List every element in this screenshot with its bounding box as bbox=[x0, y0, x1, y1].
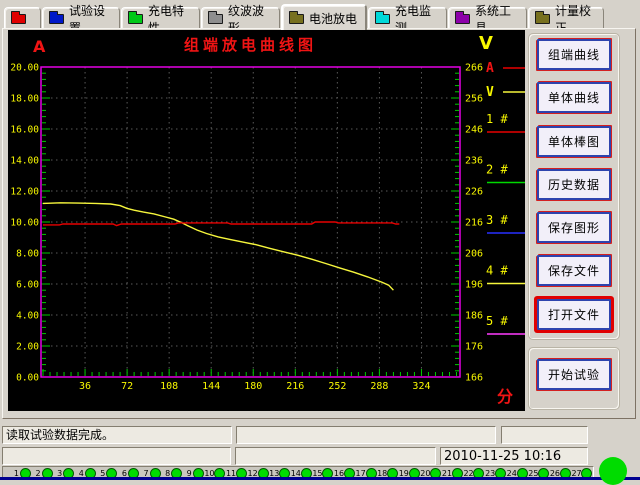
legend-label: 1 # bbox=[486, 112, 508, 126]
left-axis-unit-label: A bbox=[33, 37, 46, 56]
svg-text:180: 180 bbox=[244, 381, 262, 392]
cell-curve-button[interactable]: 单体曲线 bbox=[537, 82, 611, 113]
folder-icon bbox=[289, 10, 304, 24]
datetime: 2010-11-25 10:16 bbox=[444, 449, 562, 464]
tab-metering-calibration[interactable]: 计量校正 bbox=[528, 4, 604, 35]
right-axis-unit-label: V bbox=[479, 33, 493, 54]
legend-label: 5 # bbox=[486, 314, 508, 328]
svg-text:266: 266 bbox=[465, 63, 483, 74]
svg-text:216: 216 bbox=[286, 381, 304, 392]
svg-text:288: 288 bbox=[370, 381, 388, 392]
status-box-5 bbox=[235, 447, 436, 465]
status-box-2 bbox=[236, 426, 496, 444]
svg-text:6.00: 6.00 bbox=[16, 280, 39, 291]
folder-icon bbox=[208, 10, 223, 24]
svg-text:108: 108 bbox=[160, 381, 178, 392]
svg-text:10.00: 10.00 bbox=[10, 218, 39, 229]
svg-text:186: 186 bbox=[465, 311, 483, 322]
svg-text:72: 72 bbox=[121, 381, 133, 392]
tab-system-tools[interactable]: 系统工具 bbox=[448, 4, 527, 35]
svg-text:0.00: 0.00 bbox=[16, 373, 39, 384]
tab-charge-characteristics[interactable]: 充电特性 bbox=[121, 4, 200, 35]
svg-text:16.00: 16.00 bbox=[10, 125, 39, 136]
status-box-3 bbox=[501, 426, 588, 444]
svg-text:252: 252 bbox=[328, 381, 346, 392]
svg-text:144: 144 bbox=[202, 381, 220, 392]
status-box-4 bbox=[2, 447, 231, 465]
save-graphic-button[interactable]: 保存图形 bbox=[537, 212, 611, 243]
tab-ripple-waveform[interactable]: 纹波波形 bbox=[201, 4, 280, 35]
svg-text:216: 216 bbox=[465, 218, 483, 229]
tab-home[interactable] bbox=[4, 7, 41, 29]
svg-text:4.00: 4.00 bbox=[16, 311, 39, 322]
svg-text:196: 196 bbox=[465, 280, 483, 291]
svg-text:2.00: 2.00 bbox=[16, 342, 39, 353]
discharge-chart-panel: 组端放电曲线图 A V 分 20.00 18.00 16.00 14.00 12.00 1… bbox=[8, 30, 529, 411]
folder-icon bbox=[11, 10, 26, 24]
tab-charge-monitoring[interactable]: 充电监测 bbox=[368, 4, 447, 35]
svg-text:246: 246 bbox=[465, 125, 483, 136]
save-file-button[interactable]: 保存文件 bbox=[537, 255, 611, 286]
discharge-current-curve bbox=[43, 221, 400, 227]
folder-icon bbox=[455, 10, 470, 24]
x-axis-unit-label: 分 bbox=[497, 387, 514, 406]
legend-label: 2 # bbox=[486, 163, 508, 177]
svg-text:14.00: 14.00 bbox=[10, 156, 39, 167]
status-message-box: 读取试验数据完成。 bbox=[2, 426, 232, 444]
terminal-curve-button[interactable]: 组端曲线 bbox=[537, 39, 611, 70]
svg-text:8.00: 8.00 bbox=[16, 249, 39, 260]
tab-bar: 试验设置充电特性纹波波形 电池放电充电监测系统工具计量校正 bbox=[0, 3, 640, 35]
folder-icon bbox=[128, 10, 143, 24]
svg-text:12.00: 12.00 bbox=[10, 187, 39, 198]
legend-label: 3 # bbox=[486, 213, 508, 227]
cell-bar-chart-button[interactable]: 单体棒图 bbox=[537, 126, 611, 157]
svg-text:166: 166 bbox=[465, 373, 483, 384]
folder-icon bbox=[375, 10, 390, 24]
svg-text:176: 176 bbox=[465, 342, 483, 353]
discharge-curve-chart: 20.00 18.00 16.00 14.00 12.00 10.00 8.00 6.00 4.… bbox=[10, 61, 529, 392]
chart-title: 组端放电曲线图 bbox=[183, 36, 317, 54]
svg-text:256: 256 bbox=[465, 94, 483, 105]
svg-text:324: 324 bbox=[412, 381, 430, 392]
history-data-button[interactable]: 历史数据 bbox=[537, 169, 611, 200]
svg-text:18.00: 18.00 bbox=[10, 94, 39, 105]
svg-text:20.00: 20.00 bbox=[10, 63, 39, 74]
terminal-voltage-curve bbox=[42, 202, 394, 291]
status-message: 读取试验数据完成。 bbox=[6, 428, 115, 442]
svg-text:236: 236 bbox=[465, 156, 483, 167]
tab-test-settings[interactable]: 试验设置 bbox=[42, 4, 120, 35]
master-status-indicator bbox=[599, 457, 627, 485]
svg-text:36: 36 bbox=[79, 381, 91, 392]
right-button-panel: 组端曲线单体曲线单体棒图历史数据保存图形保存文件打开文件开始试验 bbox=[527, 30, 637, 411]
legend-label: A bbox=[486, 61, 494, 76]
open-file-button[interactable]: 打开文件 bbox=[537, 299, 611, 330]
svg-text:226: 226 bbox=[465, 187, 483, 198]
legend-label: 4 # bbox=[486, 264, 508, 278]
start-test-button[interactable]: 开始试验 bbox=[537, 359, 611, 390]
legend-label: V bbox=[486, 85, 494, 100]
folder-icon bbox=[535, 10, 550, 24]
tab-battery-discharge[interactable]: 电池放电 bbox=[281, 4, 367, 30]
tab-label: 电池放电 bbox=[309, 12, 358, 26]
folder-icon bbox=[49, 10, 64, 24]
svg-text:206: 206 bbox=[465, 249, 483, 260]
datetime-box: 2010-11-25 10:16 bbox=[440, 447, 588, 465]
